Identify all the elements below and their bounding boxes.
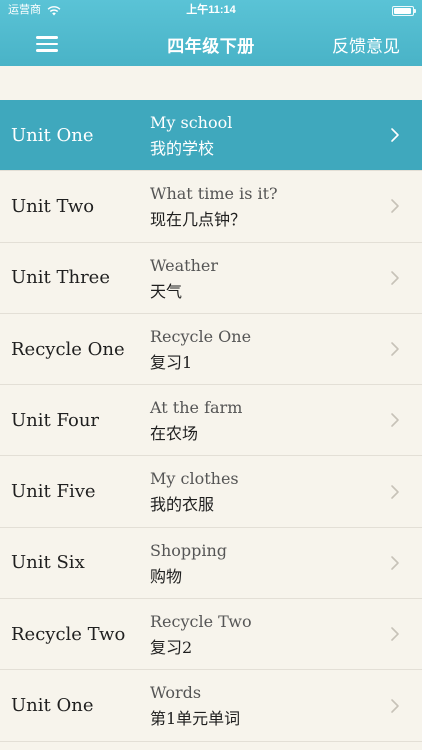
chevron-right-icon xyxy=(390,698,400,714)
chevron-right-icon xyxy=(390,484,400,500)
unit-subtitle: Words 第1单元单词 xyxy=(150,682,370,730)
list-item[interactable]: Unit Two What time is it? 现在几点钟？ xyxy=(0,171,422,243)
unit-title: Unit One xyxy=(11,124,94,146)
unit-subtitle: Recycle One 复习1 xyxy=(150,326,370,374)
unit-title: Recycle Two xyxy=(11,623,126,645)
unit-topic-english: What time is it? xyxy=(150,184,278,204)
status-time: 上午11:14 xyxy=(186,4,236,16)
unit-topic-english: Weather xyxy=(150,255,218,275)
unit-topic-chinese: 购物 xyxy=(150,566,183,586)
unit-topic-chinese: 复习2 xyxy=(150,638,193,658)
chevron-right-icon xyxy=(390,270,400,286)
unit-topic-chinese: 我的学校 xyxy=(150,139,215,158)
battery-level xyxy=(394,8,411,14)
top-bar: 运营商 上午11:14 四年级下册 反馈意见 xyxy=(0,0,422,66)
battery-icon xyxy=(392,6,416,16)
list-item[interactable]: Unit Three Weather 天气 xyxy=(0,243,422,314)
list-item[interactable]: Unit Six Shopping 购物 xyxy=(0,528,422,600)
unit-subtitle: What time is it? 现在几点钟？ xyxy=(150,183,370,231)
unit-topic-english: Recycle One xyxy=(150,326,252,346)
unit-subtitle: Weather 天气 xyxy=(150,255,370,303)
list-item[interactable]: Unit One Words 第1单元单词 xyxy=(0,670,422,742)
unit-list: Unit One My school 我的学校 Unit Two What time i… xyxy=(0,100,422,750)
unit-title: Unit Six xyxy=(11,552,85,574)
unit-topic-chinese: 我的衣服 xyxy=(150,495,215,515)
list-item[interactable]: Recycle Two Recycle Two 复习2 xyxy=(0,599,422,671)
unit-subtitle: At the farm 在农场 xyxy=(150,397,370,445)
list-item[interactable]: Recycle One Recycle One 复习1 xyxy=(0,314,422,386)
unit-topic-english: Words xyxy=(150,683,202,703)
chevron-right-icon xyxy=(390,626,400,642)
chevron-right-icon xyxy=(390,412,400,428)
unit-title: Unit Five xyxy=(11,481,96,503)
unit-topic-english: Recycle Two xyxy=(150,612,252,632)
feedback-button[interactable]: 反馈意见 xyxy=(332,32,400,57)
unit-topic-chinese: 现在几点钟？ xyxy=(150,210,247,230)
chevron-right-icon xyxy=(390,555,400,571)
list-item[interactable]: Unit Five My clothes 我的衣服 xyxy=(0,456,422,528)
unit-subtitle: Shopping 购物 xyxy=(150,540,370,588)
unit-title: Unit Three xyxy=(11,267,110,289)
unit-topic-english: Shopping xyxy=(150,540,228,560)
unit-topic-chinese: 复习1 xyxy=(150,352,193,372)
chevron-right-icon xyxy=(390,198,400,214)
chevron-right-icon xyxy=(390,341,400,357)
unit-title: Recycle One xyxy=(11,338,125,360)
status-bar: 运营商 上午11:14 xyxy=(0,0,422,20)
list-item[interactable]: Unit One My school 我的学校 xyxy=(0,100,422,172)
unit-topic-chinese: 天气 xyxy=(150,281,183,301)
unit-subtitle: My school 我的学校 xyxy=(150,112,370,160)
unit-subtitle: Recycle Two 复习2 xyxy=(150,611,370,659)
unit-title: Unit Two xyxy=(11,195,95,217)
unit-topic-chinese: 第1单元单词 xyxy=(150,709,241,729)
chevron-right-icon xyxy=(390,127,400,143)
unit-topic-chinese: 在农场 xyxy=(150,424,199,444)
unit-subtitle: My clothes 我的衣服 xyxy=(150,468,370,516)
list-item[interactable]: Unit Four At the farm 在农场 xyxy=(0,385,422,457)
navigation-bar: 四年级下册 反馈意见 xyxy=(0,20,422,66)
unit-title: Unit Four xyxy=(11,409,100,431)
unit-title: Unit One xyxy=(11,695,94,717)
unit-topic-english: My school xyxy=(150,113,233,132)
unit-topic-english: At the farm xyxy=(150,398,243,418)
unit-topic-english: My clothes xyxy=(150,469,239,489)
